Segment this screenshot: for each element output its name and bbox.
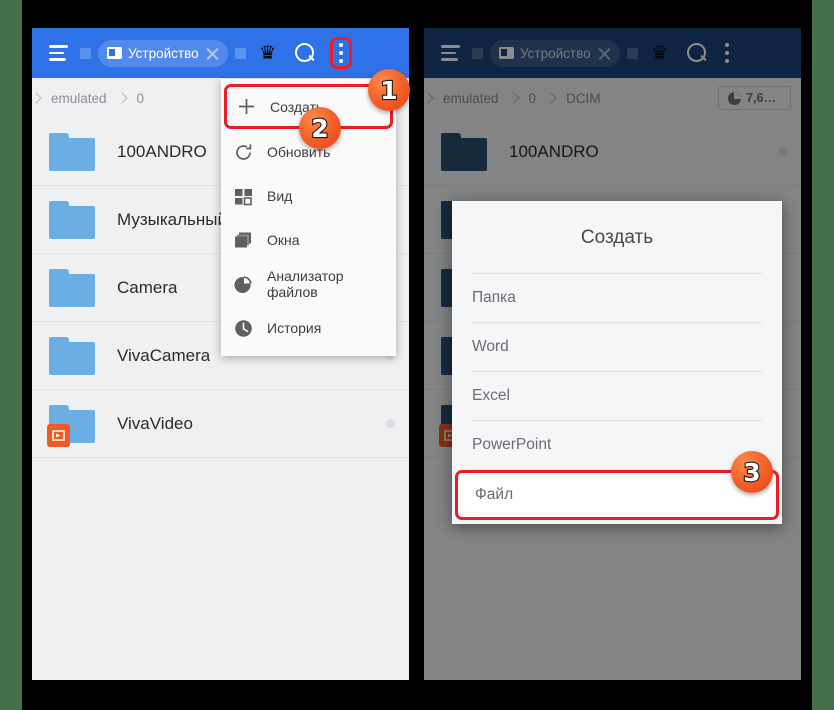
menu-item-history[interactable]: История xyxy=(221,306,396,350)
tab-chip-device[interactable]: Устройство xyxy=(98,39,228,67)
dialog-option-label: Файл xyxy=(475,486,514,503)
plus-icon xyxy=(236,96,257,117)
search-icon[interactable] xyxy=(290,38,320,68)
overflow-menu-icon xyxy=(338,42,344,64)
list-item[interactable]: VivaVideo xyxy=(32,390,409,458)
menu-item-label: Окна xyxy=(267,232,300,248)
dialog-option-folder[interactable]: Папка xyxy=(452,274,782,322)
file-name: VivaCamera xyxy=(117,345,211,365)
bar-placeholder-square xyxy=(80,47,91,59)
hamburger-icon[interactable] xyxy=(43,38,73,68)
menu-item-label: Анализатор файлов xyxy=(267,268,344,300)
windows-icon xyxy=(233,230,254,251)
dialog-option-label: Excel xyxy=(472,387,510,404)
clock-icon xyxy=(233,318,254,339)
menu-item-windows[interactable]: Окна xyxy=(221,218,396,262)
annotation-number: 3 xyxy=(742,457,762,487)
annotation-number: 2 xyxy=(310,113,330,143)
breadcrumb-item[interactable]: emulated xyxy=(40,91,118,106)
row-status-dot xyxy=(386,419,395,428)
pie-chart-icon xyxy=(233,274,254,295)
dialog-title: Создать xyxy=(580,227,654,248)
dialog-option-label: Папка xyxy=(472,289,516,306)
vivavideo-app-icon xyxy=(47,423,70,447)
right-screenshot-panel: Устройство ♛ emulated 0 DCIM 7,6… 100AND… xyxy=(424,28,801,680)
device-icon xyxy=(107,47,122,59)
left-app-bar: Устройство ♛ xyxy=(32,28,409,78)
menu-item-label: История xyxy=(267,320,322,336)
left-screenshot-panel: Устройство ♛ emulated 0 100ANDRO Музыкал… xyxy=(32,28,409,680)
annotation-badge-1: 1 xyxy=(368,69,410,111)
dialog-option-excel[interactable]: Excel xyxy=(452,372,782,420)
folder-icon xyxy=(49,200,95,239)
overflow-menu-button[interactable] xyxy=(329,36,353,70)
tab-chip-label: Устройство xyxy=(128,45,199,61)
dialog-option-label: PowerPoint xyxy=(472,436,552,453)
breadcrumb-item[interactable]: 0 xyxy=(126,91,156,106)
folder-icon xyxy=(49,268,95,307)
folder-icon xyxy=(49,132,95,171)
folder-icon xyxy=(47,404,95,447)
refresh-icon xyxy=(233,142,254,163)
close-icon[interactable] xyxy=(205,46,220,61)
bar-placeholder-square-2 xyxy=(234,47,246,59)
crown-glyph: ♛ xyxy=(259,42,277,64)
menu-item-view[interactable]: Вид xyxy=(221,174,396,218)
file-name: VivaVideo xyxy=(117,413,193,433)
crown-icon[interactable]: ♛ xyxy=(253,38,283,68)
annotation-badge-3: 3 xyxy=(731,451,773,493)
menu-item-file-analyzer[interactable]: Анализатор файлов xyxy=(221,262,396,306)
menu-item-label: Вид xyxy=(267,188,293,204)
annotation-number: 1 xyxy=(379,75,399,105)
dialog-option-label: Word xyxy=(472,338,509,355)
file-name: 100ANDRO xyxy=(117,141,207,161)
dialog-option-file[interactable]: Файл xyxy=(455,470,779,520)
annotation-badge-2: 2 xyxy=(299,107,341,149)
dialog-option-word[interactable]: Word xyxy=(452,323,782,371)
folder-icon xyxy=(49,336,95,375)
grid-view-icon xyxy=(233,186,254,207)
file-name: Camera xyxy=(117,277,178,297)
